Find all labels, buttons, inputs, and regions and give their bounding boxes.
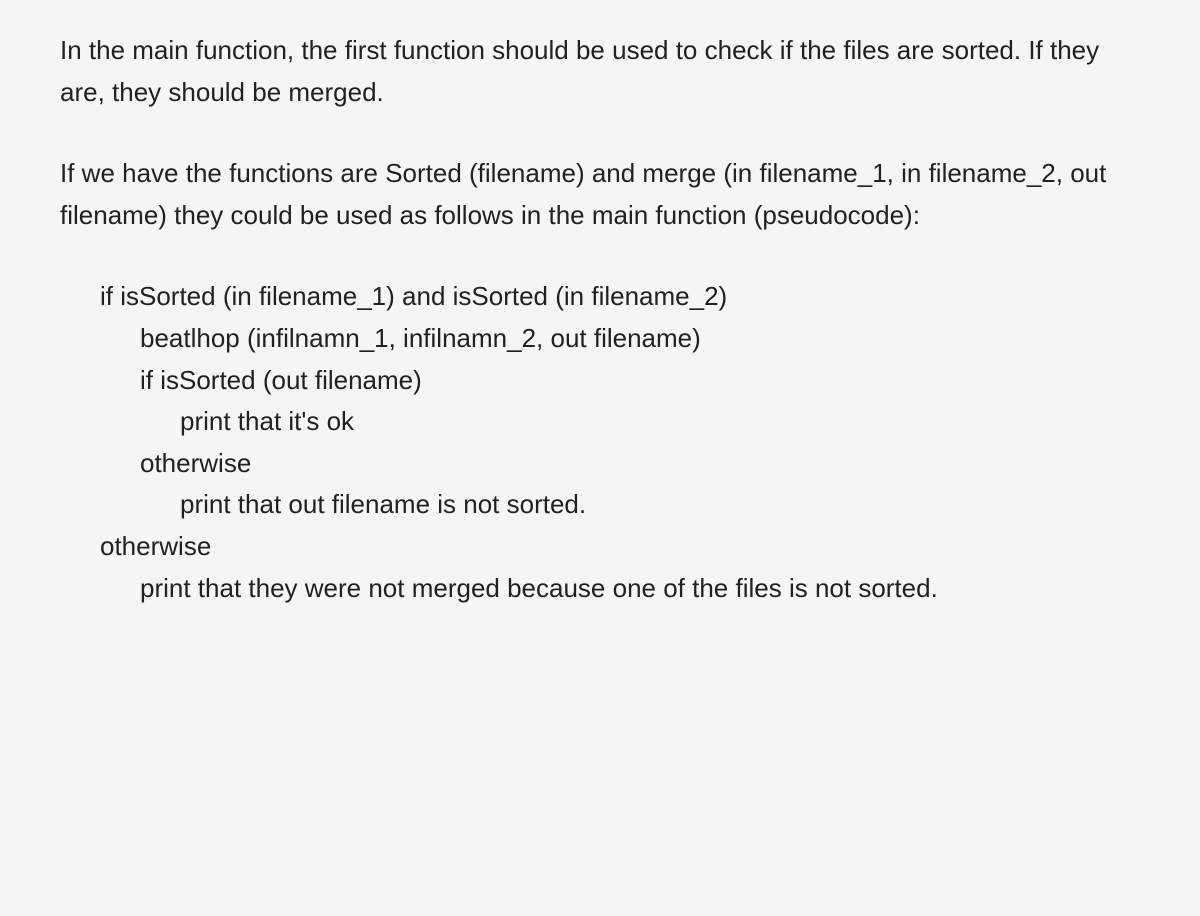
paragraph-text: If we have the functions are Sorted (fil… [60,158,1106,230]
pseudocode-block: if isSorted (in filename_1) and isSorted… [100,276,1140,609]
pseudocode-line: print that it's ok [180,401,1140,443]
code-text: if isSorted (out filename) [140,365,422,395]
code-text: if isSorted (in filename_1) and isSorted… [100,281,727,311]
pseudocode-line: otherwise [140,443,1140,485]
code-text: otherwise [100,531,211,561]
pseudocode-line: otherwise [100,526,1140,568]
code-text: beatlhop (infilnamn_1, infilnamn_2, out … [140,323,701,353]
pseudocode-line: print that out filename is not sorted. [180,484,1140,526]
pseudocode-line: beatlhop (infilnamn_1, infilnamn_2, out … [140,318,1140,360]
pseudocode-line: if isSorted (in filename_1) and isSorted… [100,276,1140,318]
pseudocode-line: print that they were not merged because … [100,568,1140,610]
code-text: print that they were not merged because … [100,568,1140,610]
intro-paragraph-1: In the main function, the first function… [60,30,1140,113]
code-text: otherwise [140,448,251,478]
intro-paragraph-2: If we have the functions are Sorted (fil… [60,153,1140,236]
code-text: print that it's ok [180,406,354,436]
code-text: print that out filename is not sorted. [180,489,586,519]
paragraph-text: In the main function, the first function… [60,35,1099,107]
pseudocode-line: if isSorted (out filename) [140,360,1140,402]
